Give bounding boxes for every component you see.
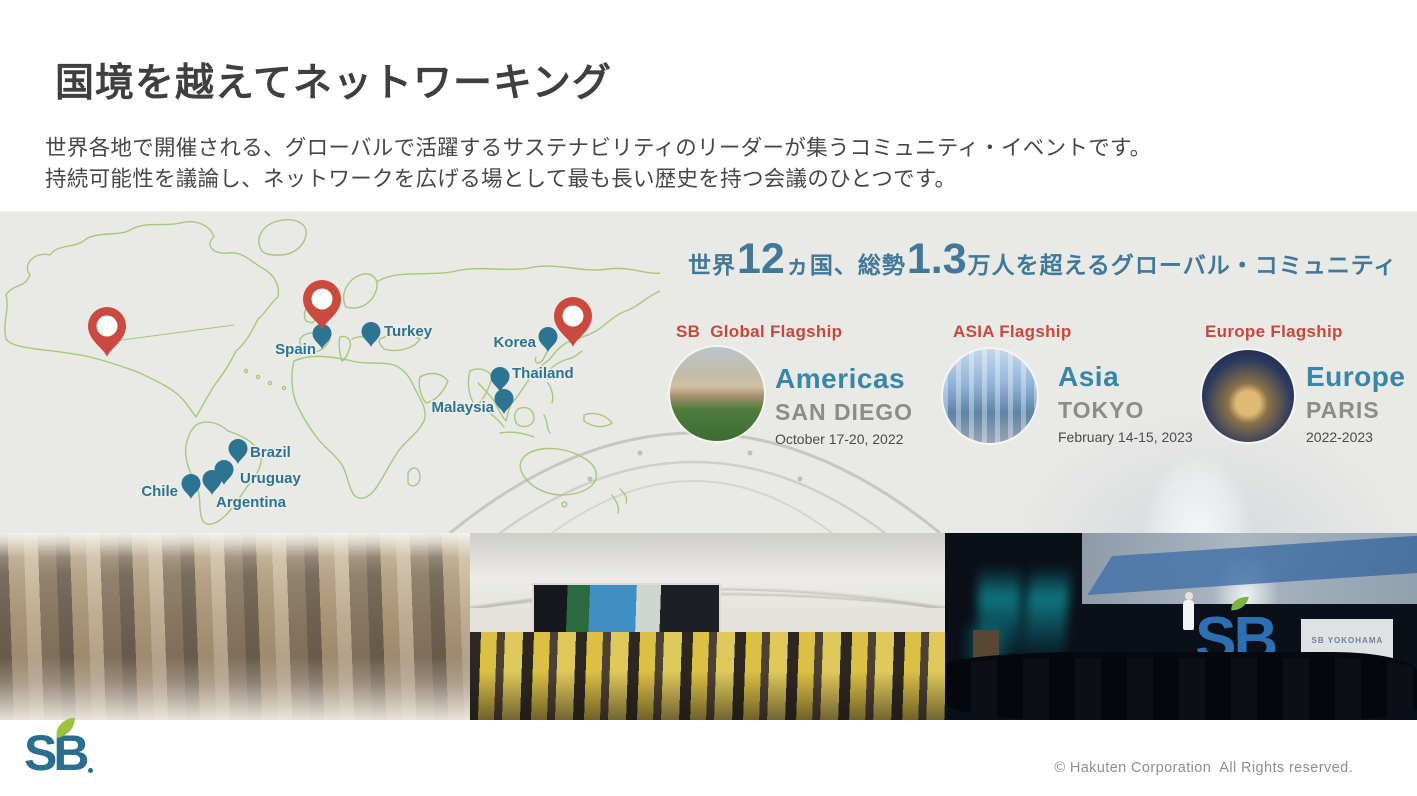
- photo-outdoor-reception: [0, 533, 470, 720]
- event-photo-asia: [943, 349, 1037, 443]
- world-map: Spain Turkey Korea Thailand Malaysia Bra…: [4, 219, 660, 525]
- headline-country-count: 12: [737, 235, 785, 283]
- map-label-brazil: Brazil: [250, 444, 291, 461]
- audience-silhouettes: [945, 652, 1417, 720]
- map-label-argentina: Argentina: [216, 494, 287, 511]
- stage-big-screen: [1081, 533, 1417, 605]
- event-city-asia: TOKYO: [1058, 397, 1145, 423]
- pin-turkey: [361, 322, 381, 347]
- map-label-malaysia: Malaysia: [431, 399, 494, 416]
- map-label-chile: Chile: [141, 483, 178, 500]
- event-date-americas: October 17-20, 2022: [775, 431, 904, 447]
- footer: SB © Hakuten Corporation All Rights rese…: [0, 718, 1417, 796]
- community-headline: 世界 12 ヵ国、総勢 1.3 万人を超えるグローバル・コミュニティ: [688, 235, 1397, 284]
- map-label-korea: Korea: [493, 334, 536, 351]
- event-city-europe: PARIS: [1306, 397, 1380, 423]
- subtitle-line-2: 持続可能性を議論し、ネットワークを広げる場として最も長い歴史を持つ会議のひとつで…: [45, 167, 957, 191]
- pin-chile: [181, 474, 201, 499]
- event-date-europe: 2022-2023: [1306, 429, 1373, 445]
- copyright-text: © Hakuten Corporation All Rights reserve…: [1054, 760, 1353, 776]
- registered-mark-dot: [88, 768, 93, 773]
- event-region-asia: Asia: [1058, 361, 1120, 392]
- event-tag-asia: ASIA Flagship: [953, 322, 1072, 341]
- event-region-americas: Americas: [775, 363, 906, 394]
- community-panel: Spain Turkey Korea Thailand Malaysia Bra…: [0, 211, 1417, 533]
- map-label-uruguay: Uruguay: [240, 470, 302, 487]
- page-subtitle: 世界各地で開催される、グローバルで活躍するサステナビリティのリーダーが集うコミュ…: [45, 133, 1151, 195]
- map-label-spain: Spain: [275, 341, 316, 358]
- speaker-figure: [1183, 592, 1195, 631]
- flagship-pin-tokyo: [554, 297, 592, 347]
- pin-malaysia: [494, 389, 514, 414]
- subtitle-line-1: 世界各地で開催される、グローバルで活躍するサステナビリティのリーダーが集うコミュ…: [45, 136, 1152, 160]
- pin-brazil: [228, 439, 248, 464]
- photo-stage-auditorium: SB SB YOKOHAMA: [945, 533, 1417, 720]
- flagship-pin-san-diego: [88, 307, 126, 357]
- pin-korea: [538, 327, 558, 352]
- leaf-icon: [1231, 596, 1249, 611]
- headline-prefix: 世界: [688, 252, 736, 278]
- page-title: 国境を越えてネットワーキング: [55, 62, 612, 105]
- slide: { "slide": { "title": "国境を越えてネットワーキング", …: [0, 0, 1417, 796]
- audience-yellow-shirts: [470, 632, 945, 720]
- map-label-turkey: Turkey: [384, 323, 433, 340]
- map-label-thailand: Thailand: [512, 365, 574, 382]
- headline-people-count: 1.3: [906, 235, 967, 283]
- event-date-asia: February 14-15, 2023: [1058, 429, 1193, 445]
- sb-logo: SB: [24, 718, 114, 786]
- event-photo-americas: [670, 347, 764, 441]
- headline-mid: ヵ国、総勢: [785, 252, 906, 278]
- leaf-icon: [56, 718, 75, 738]
- event-tag-europe: Europe Flagship: [1205, 322, 1343, 341]
- pin-thailand: [490, 367, 510, 392]
- event-photo-europe: [1202, 350, 1294, 442]
- screen-blue-swoosh: [1087, 533, 1417, 595]
- photo-conference-tent: [470, 533, 945, 720]
- event-city-americas: SAN DIEGO: [775, 399, 914, 425]
- event-region-europe: Europe: [1306, 361, 1406, 392]
- photo-strip: SB SB YOKOHAMA: [0, 533, 1417, 720]
- pin-argentina: [202, 470, 222, 495]
- event-tag-americas: SB Global Flagship: [676, 322, 843, 341]
- headline-suffix: 万人を超えるグローバル・コミュニティ: [967, 252, 1398, 278]
